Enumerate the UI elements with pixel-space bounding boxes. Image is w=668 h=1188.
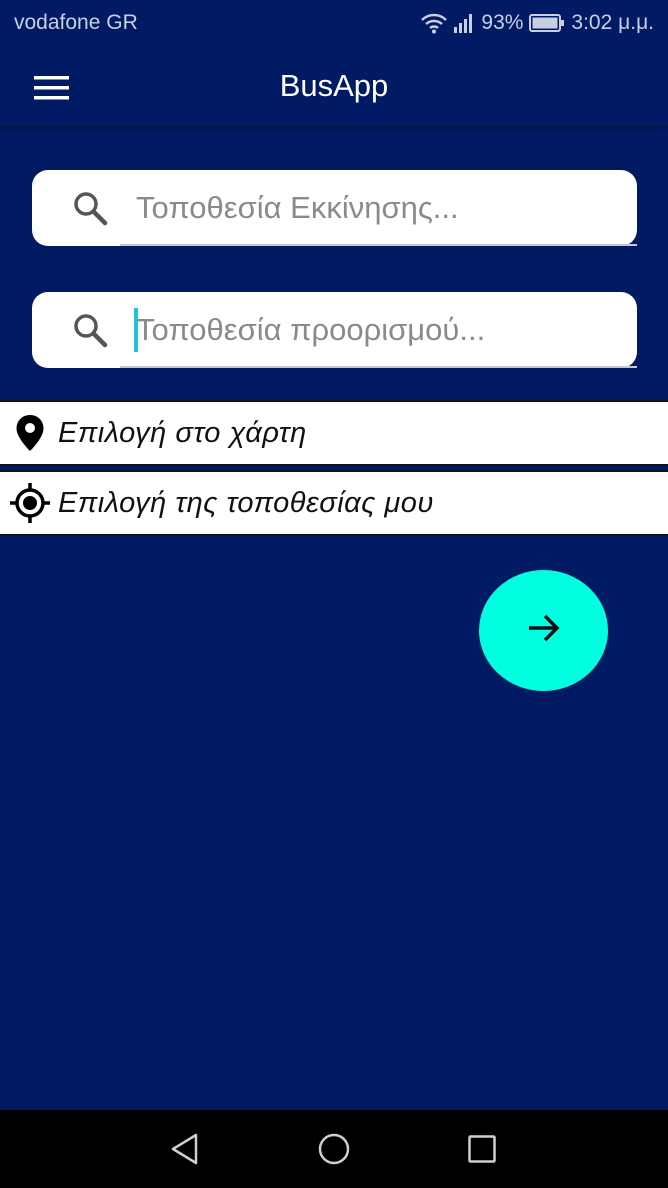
clock: 3:02 μ.μ. [571, 11, 654, 34]
carrier-name: vodafone GR [14, 11, 138, 34]
status-bar: vodafone GR 93% 3:02 μ.μ. [0, 0, 668, 48]
status-icons: 93% 3:02 μ.μ. [421, 11, 654, 35]
app-title: BusApp [279, 68, 389, 103]
wifi-icon [421, 12, 448, 34]
start-location-field[interactable] [32, 170, 637, 246]
text-cursor [134, 308, 138, 352]
map-pin-icon [8, 411, 52, 455]
start-location-underline [120, 244, 637, 246]
home-circle-icon[interactable] [314, 1129, 354, 1169]
recents-square-icon[interactable] [462, 1129, 502, 1169]
search-icon [72, 312, 110, 350]
choose-on-map-label: Επιλογή στο χάρτη [58, 416, 307, 449]
destination-input[interactable] [122, 292, 637, 368]
destination-underline [120, 366, 637, 368]
my-location-icon [8, 481, 52, 525]
app-bar: BusApp [0, 48, 668, 126]
start-location-input[interactable] [122, 170, 637, 246]
my-location-option[interactable]: Επιλογή της τοποθεσίας μου [0, 470, 668, 536]
signal-icon [453, 13, 475, 33]
battery-icon [529, 13, 565, 33]
destination-field[interactable] [32, 292, 637, 368]
battery-percent: 93% [481, 11, 524, 34]
my-location-label: Επιλογή της τοποθεσίας μου [58, 486, 434, 519]
search-icon [72, 190, 110, 228]
back-triangle-icon[interactable] [165, 1129, 205, 1169]
next-button[interactable] [479, 570, 608, 691]
choose-on-map-option[interactable]: Επιλογή στο χάρτη [0, 400, 668, 466]
system-navigation-bar [0, 1110, 668, 1188]
arrow-right-icon [527, 613, 561, 648]
